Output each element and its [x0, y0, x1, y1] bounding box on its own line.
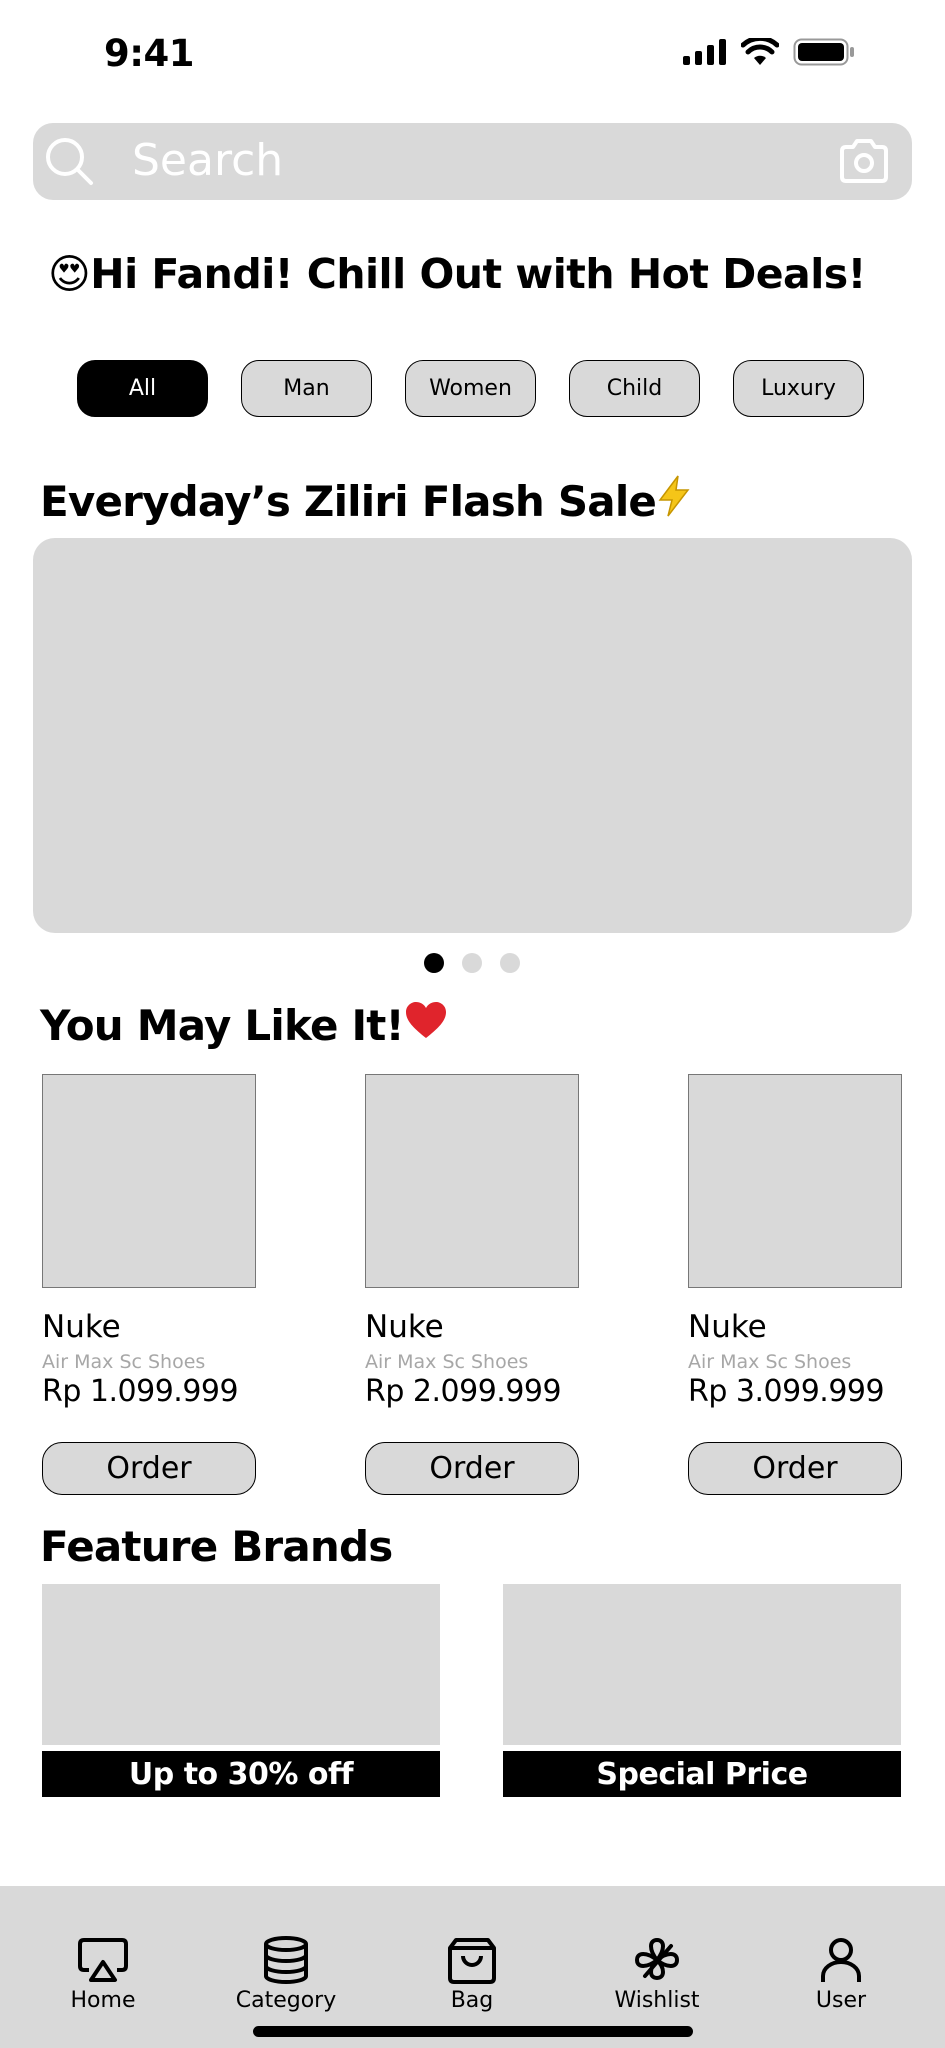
product-image[interactable] [365, 1074, 579, 1288]
brand-card[interactable]: Special Price [503, 1584, 901, 1797]
database-icon [264, 1936, 308, 1984]
tab-user[interactable]: User [776, 1936, 906, 2013]
brand-label[interactable]: Up to 30% off [42, 1751, 440, 1797]
chip-child[interactable]: Child [569, 360, 700, 417]
brand-image[interactable] [42, 1584, 440, 1745]
status-icons [683, 38, 855, 66]
home-indicator [253, 2026, 693, 2037]
order-button[interactable]: Order [688, 1442, 902, 1495]
tab-label: Category [235, 1988, 337, 2013]
flash-sale-title: Everyday’s Ziliri Flash Sale [40, 477, 657, 526]
tab-label: User [815, 1988, 867, 2013]
lightning-icon [658, 475, 690, 517]
carousel-dot[interactable] [462, 953, 482, 973]
heart-eyes-emoji: 😍 [48, 250, 91, 298]
recommendations-title: You May Like It! [40, 1001, 405, 1050]
product-price: Rp 3.099.999 [688, 1374, 885, 1409]
tab-wishlist[interactable]: Wishlist [592, 1936, 722, 2013]
camera-icon[interactable] [838, 137, 890, 185]
airplay-icon [78, 1938, 128, 1982]
chip-luxury[interactable]: Luxury [733, 360, 864, 417]
product-price: Rp 2.099.999 [365, 1374, 562, 1409]
product-image[interactable] [688, 1074, 902, 1288]
tab-label: Wishlist [614, 1988, 700, 2013]
category-chips: All Man Women Child Luxury [77, 360, 864, 417]
product-card[interactable]: Nuke Air Max Sc Shoes Rp 1.099.999 Order [42, 1074, 256, 1495]
chip-women[interactable]: Women [405, 360, 536, 417]
product-brand: Nuke [365, 1309, 444, 1345]
flash-sale-heading: Everyday’s Ziliri Flash Sale [40, 474, 692, 526]
tab-category[interactable]: Category [221, 1936, 351, 2013]
search-input[interactable]: Search [132, 136, 283, 186]
greeting-text: Hi Fandi! Chill Out with Hot Deals! [90, 250, 866, 298]
user-icon [821, 1938, 861, 1982]
brand-card[interactable]: Up to 30% off [42, 1584, 440, 1797]
search-bar[interactable]: Search [33, 123, 912, 200]
product-name: Air Max Sc Shoes [42, 1351, 206, 1373]
product-image[interactable] [42, 1074, 256, 1288]
shopping-bag-icon [448, 1938, 496, 1984]
wifi-icon [741, 38, 779, 65]
bottom-tab-bar: Home Category Bag Wishlist User [0, 1886, 945, 2048]
recommendations-heading: You May Like It! [40, 1000, 448, 1050]
order-button[interactable]: Order [42, 1442, 256, 1495]
cellular-signal-icon [683, 39, 726, 65]
carousel-dot[interactable] [500, 953, 520, 973]
greeting-heading: 😍Hi Fandi! Chill Out with Hot Deals! [48, 250, 866, 298]
product-card[interactable]: Nuke Air Max Sc Shoes Rp 2.099.999 Order [365, 1074, 579, 1495]
feature-brands-title: Feature Brands [40, 1522, 393, 1571]
chip-all[interactable]: All [77, 360, 208, 417]
carousel-dot[interactable] [424, 953, 444, 973]
product-brand: Nuke [42, 1309, 121, 1345]
product-price: Rp 1.099.999 [42, 1374, 239, 1409]
tab-label: Bag [450, 1988, 494, 2013]
product-name: Air Max Sc Shoes [688, 1351, 852, 1373]
order-button[interactable]: Order [365, 1442, 579, 1495]
carousel-dots [424, 953, 520, 973]
product-card[interactable]: Nuke Air Max Sc Shoes Rp 3.099.999 Order [688, 1074, 902, 1495]
product-name: Air Max Sc Shoes [365, 1351, 529, 1373]
tab-label: Home [70, 1988, 136, 2013]
flash-sale-banner[interactable] [33, 538, 912, 933]
brand-label[interactable]: Special Price [503, 1751, 901, 1797]
clover-icon [634, 1937, 680, 1981]
status-time: 9:41 [104, 32, 195, 75]
search-icon [46, 138, 93, 185]
tab-bag[interactable]: Bag [407, 1936, 537, 2013]
product-brand: Nuke [688, 1309, 767, 1345]
tab-home[interactable]: Home [38, 1936, 168, 2013]
battery-icon [793, 38, 854, 66]
chip-man[interactable]: Man [241, 360, 372, 417]
brand-image[interactable] [503, 1584, 901, 1745]
heart-icon [405, 1002, 446, 1038]
